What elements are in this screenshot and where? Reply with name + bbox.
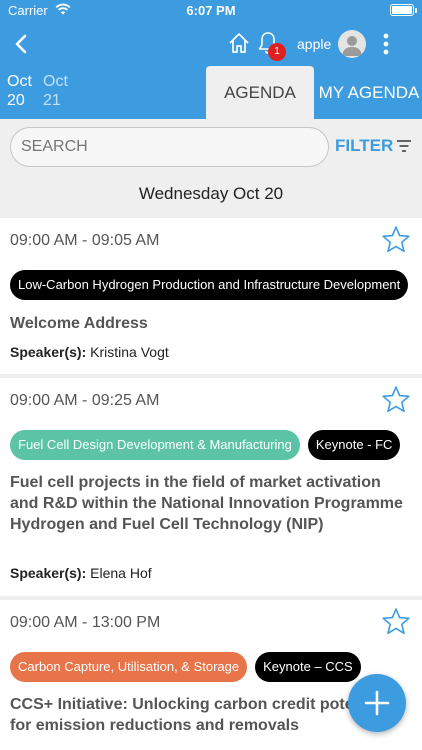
speaker-line: Speaker(s): Elena Hof xyxy=(10,565,152,581)
add-button[interactable] xyxy=(348,674,406,732)
date-strip: Oct 20 Oct 21 AGENDA MY AGENDA xyxy=(0,66,422,119)
filter-lines-icon[interactable] xyxy=(396,139,412,153)
track-tag[interactable]: Fuel Cell Design Development & Manufactu… xyxy=(10,430,300,460)
speaker-label: Speaker(s): xyxy=(10,565,87,581)
status-bar: Carrier 6:07 PM xyxy=(0,0,422,22)
session-card[interactable]: 09:00 AM - 09:25 AM Fuel Cell Design Dev… xyxy=(0,378,422,596)
battery-icon xyxy=(390,4,417,16)
search-row: FILTER xyxy=(0,119,422,174)
star-icon[interactable] xyxy=(380,606,412,638)
avatar[interactable] xyxy=(338,30,366,58)
tag-row: Low-Carbon Hydrogen Production and Infra… xyxy=(10,270,422,300)
date-month: Oct xyxy=(7,73,32,90)
plus-icon xyxy=(364,690,390,716)
session-title[interactable]: Welcome Address xyxy=(10,313,410,334)
user-name[interactable]: apple xyxy=(297,36,331,52)
star-icon[interactable] xyxy=(380,224,412,256)
filter-button[interactable]: FILTER xyxy=(335,136,393,156)
date-month: Oct xyxy=(43,73,68,90)
tab-agenda[interactable]: AGENDA xyxy=(206,66,314,119)
session-time: 09:00 AM - 09:25 AM xyxy=(10,392,160,409)
user-avatar-icon xyxy=(342,36,362,56)
date-tab-oct-20[interactable]: Oct 20 xyxy=(7,72,43,110)
speaker-line: Speaker(s): Kristina Vogt xyxy=(10,344,169,360)
more-vertical-icon[interactable] xyxy=(378,30,394,58)
session-time: 09:00 AM - 13:00 PM xyxy=(10,614,161,631)
star-icon[interactable] xyxy=(380,384,412,416)
session-title[interactable]: Fuel cell projects in the field of marke… xyxy=(10,472,410,535)
nav-bar: 1 apple xyxy=(0,22,422,66)
chevron-left-icon[interactable] xyxy=(8,30,36,58)
keynote-tag[interactable]: Keynote – CCS xyxy=(255,652,361,682)
notification-badge: 1 xyxy=(268,43,286,61)
speaker-name[interactable]: Elena Hof xyxy=(90,565,151,581)
tag-row: Fuel Cell Design Development & Manufactu… xyxy=(10,430,422,460)
date-tab-oct-21[interactable]: Oct 21 xyxy=(43,72,79,110)
session-time: 09:00 AM - 09:05 AM xyxy=(10,232,160,249)
keynote-tag[interactable]: Keynote - FC xyxy=(307,430,401,460)
home-icon[interactable] xyxy=(228,32,250,54)
session-card[interactable]: 09:00 AM - 09:05 AM Low-Carbon Hydrogen … xyxy=(0,218,422,374)
track-tag[interactable]: Low-Carbon Hydrogen Production and Infra… xyxy=(10,270,409,300)
date-day: 20 xyxy=(7,92,25,109)
speaker-name[interactable]: Kristina Vogt xyxy=(90,344,169,360)
session-list[interactable]: 09:00 AM - 09:05 AM Low-Carbon Hydrogen … xyxy=(0,216,422,750)
track-tag[interactable]: Carbon Capture, Utilisation, & Storage xyxy=(10,652,248,682)
speaker-label: Speaker(s): xyxy=(10,344,87,360)
search-input[interactable] xyxy=(10,127,329,167)
status-time: 6:07 PM xyxy=(186,3,236,18)
day-header: Wednesday Oct 20 xyxy=(0,174,422,216)
tab-my-agenda[interactable]: MY AGENDA xyxy=(316,66,422,119)
date-day: 21 xyxy=(43,92,61,109)
